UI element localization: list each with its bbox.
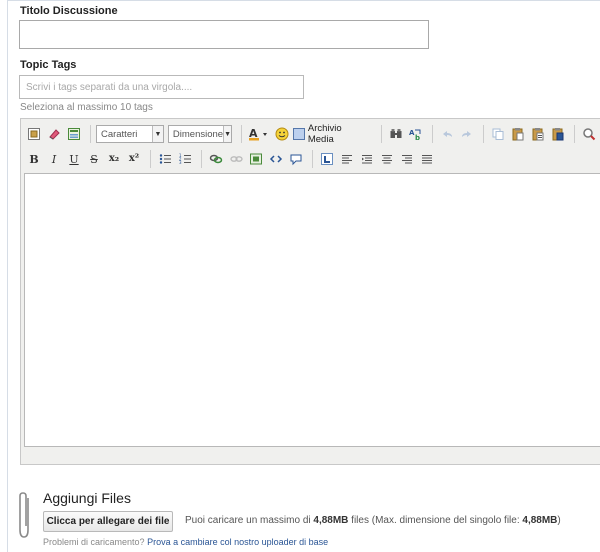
svg-text:3: 3 <box>179 160 182 165</box>
align-right-icon[interactable] <box>398 150 416 168</box>
toolbar-separator <box>432 125 434 143</box>
editor-content-area[interactable] <box>24 173 600 447</box>
upload-problems: Problemi di caricamento? Prova a cambiar… <box>43 537 328 547</box>
media-archive-label: Archivio Media <box>307 123 342 145</box>
new-topic-form: Titolo Discussione Topic Tags Seleziona … <box>0 0 600 552</box>
upload-limit-suffix: ) <box>557 515 561 526</box>
eraser-icon[interactable] <box>45 125 63 143</box>
subscript-icon: x₂ <box>108 153 120 164</box>
align-center-icon[interactable] <box>378 150 396 168</box>
tags-hint: Seleziona al massimo 10 tags <box>20 102 153 113</box>
paste-text-icon[interactable] <box>529 125 547 143</box>
upload-limit-max: 4,88MB <box>313 515 349 526</box>
font-size-select[interactable]: Dimensione ▼ <box>167 125 232 143</box>
paperclip-icon <box>18 492 32 540</box>
upload-problems-text: Problemi di caricamento? <box>43 537 145 547</box>
toolbar-separator <box>483 125 485 143</box>
find-icon[interactable] <box>387 125 405 143</box>
indent-icon[interactable] <box>358 150 376 168</box>
tags-label: Topic Tags <box>20 59 77 71</box>
underline-icon: U <box>69 152 79 166</box>
toolbar-separator <box>574 125 575 143</box>
upload-limit-prefix: Puoi caricare un massimo di <box>185 515 314 526</box>
undo-icon[interactable] <box>438 125 456 143</box>
italic-icon: I <box>51 152 57 166</box>
spellcheck-icon[interactable] <box>580 125 598 143</box>
chevron-down-icon: ▼ <box>151 126 163 142</box>
chevron-down-icon: ▼ <box>223 126 232 142</box>
underline-button[interactable]: U <box>65 150 83 168</box>
font-family-select[interactable]: Caratteri ▼ <box>95 125 164 143</box>
unlink-icon[interactable] <box>227 150 245 168</box>
tags-input[interactable] <box>19 75 304 99</box>
attach-files-title: Aggiungi Files <box>43 490 131 506</box>
upload-limit-info: Puoi caricare un massimo di 4,88MB files… <box>185 515 561 526</box>
align-left-icon[interactable] <box>338 150 356 168</box>
justify-icon[interactable] <box>418 150 436 168</box>
link-icon[interactable] <box>207 150 225 168</box>
frame-top-border <box>7 0 600 1</box>
template-icon[interactable] <box>65 125 83 143</box>
paste-icon[interactable] <box>509 125 527 143</box>
basic-uploader-link[interactable]: Prova a cambiare col nostro uploader di … <box>147 537 328 547</box>
ordered-list-icon[interactable]: 123 <box>176 150 194 168</box>
replace-icon[interactable]: Ab <box>407 125 425 143</box>
copy-icon[interactable] <box>489 125 507 143</box>
editor-toolbar-row-2: B I U S x₂ x² 123 <box>25 147 438 171</box>
title-input[interactable] <box>19 20 429 49</box>
toolbar-separator <box>150 150 151 168</box>
text-color-icon[interactable]: A <box>247 125 271 143</box>
subscript-button[interactable]: x₂ <box>105 150 123 168</box>
unordered-list-icon[interactable] <box>156 150 174 168</box>
rich-text-editor: Caratteri ▼ Dimensione ▼ A Archivio Medi… <box>20 118 600 465</box>
toolbar-separator <box>201 150 202 168</box>
frame-left-border <box>7 0 8 552</box>
code-icon[interactable] <box>267 150 285 168</box>
upload-limit-single: 4,88MB <box>522 515 558 526</box>
svg-text:b: b <box>415 134 420 141</box>
strikethrough-icon: S <box>90 152 98 166</box>
paste-word-icon[interactable] <box>549 125 567 143</box>
toolbar-separator <box>89 125 91 143</box>
toolbar-separator <box>312 150 313 168</box>
bold-button[interactable]: B <box>25 150 43 168</box>
redo-icon[interactable] <box>458 125 476 143</box>
media-archive-button[interactable]: Archivio Media <box>292 123 370 145</box>
source-icon[interactable] <box>25 125 43 143</box>
editor-toolbar-row-1: Caratteri ▼ Dimensione ▼ A Archivio Medi… <box>25 122 600 146</box>
quote-icon[interactable] <box>287 150 305 168</box>
strikethrough-button[interactable]: S <box>85 150 103 168</box>
title-label: Titolo Discussione <box>20 5 118 17</box>
attach-files-button[interactable]: Clicca per allegare dei file <box>43 511 173 532</box>
upload-limit-mid: files (Max. dimensione del singolo file: <box>348 515 523 526</box>
font-size-select-label: Dimensione <box>172 128 224 140</box>
font-family-select-label: Caratteri <box>100 128 138 140</box>
italic-button[interactable]: I <box>45 150 63 168</box>
superscript-button[interactable]: x² <box>125 150 143 168</box>
emoticon-icon[interactable] <box>273 125 291 143</box>
bold-icon: B <box>29 152 39 166</box>
image-icon[interactable] <box>247 150 265 168</box>
superscript-icon: x² <box>128 153 140 164</box>
media-archive-icon <box>292 128 305 140</box>
toolbar-separator <box>381 125 383 143</box>
toolbar-separator <box>240 125 242 143</box>
paragraph-icon[interactable] <box>318 150 336 168</box>
